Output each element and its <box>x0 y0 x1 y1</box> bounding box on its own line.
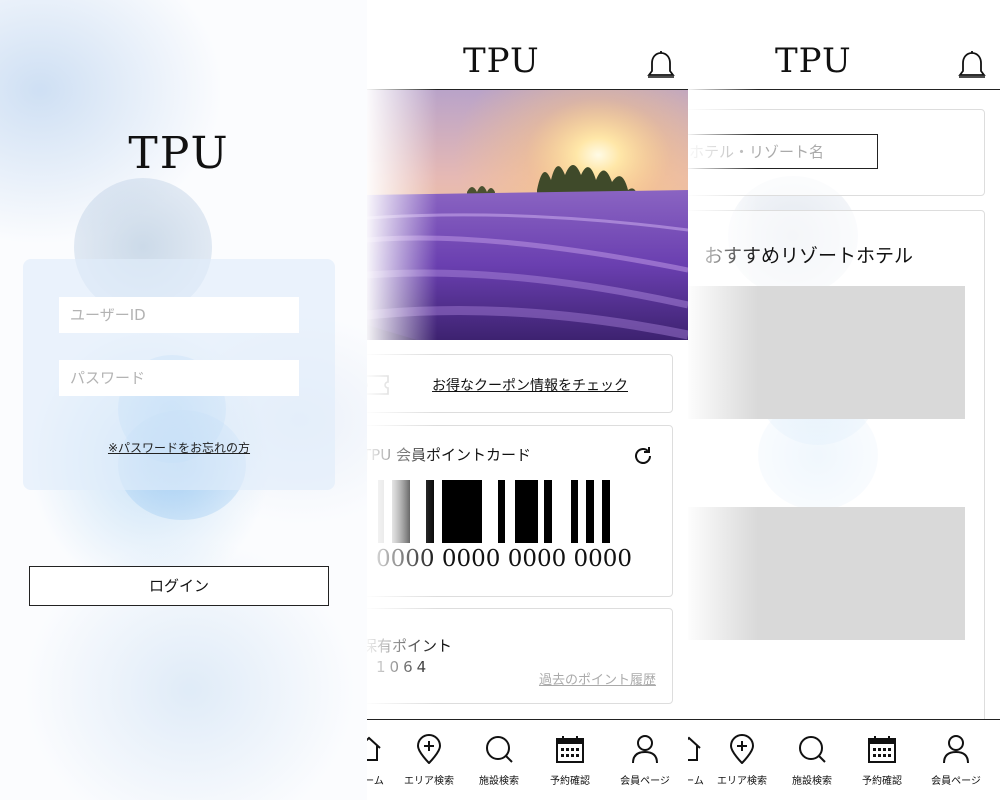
points-history-link[interactable]: 過去のポイント履歴 <box>539 669 656 688</box>
hero-image <box>367 90 688 340</box>
hotel-image-placeholder[interactable] <box>688 286 965 419</box>
nav-facility-search[interactable]: 施設検索 <box>776 734 848 787</box>
nav-label: エリア検索 <box>717 776 767 787</box>
point-card: TPU 会員ポイントカード 0000 0000 0000 0000 <box>367 425 673 597</box>
app-logo: TPU <box>128 128 230 179</box>
calendar-icon <box>868 736 896 763</box>
barcode <box>378 480 610 543</box>
nav-label: 施設検索 <box>479 776 519 787</box>
points-card: 保有ポイント 1064 過去のポイント履歴 <box>367 608 673 704</box>
calendar-icon <box>556 736 584 763</box>
nav-label: 施設検索 <box>792 776 832 787</box>
app-logo: TPU <box>775 41 852 81</box>
home-icon <box>367 736 381 761</box>
coupon-banner[interactable]: お得なクーポン情報をチェック <box>367 354 673 413</box>
nav-area-search[interactable]: エリア検索 <box>706 734 778 787</box>
nav-label: エリア検索 <box>404 776 454 787</box>
forgot-password-link[interactable]: ※パスワードをお忘れの方 <box>0 439 358 456</box>
login-screen: TPU ※パスワードをお忘れの方 ログイン <box>0 0 368 800</box>
ticket-icon <box>367 375 389 395</box>
search-screen: TPU おすすめリゾートホテル ホーム エリア検索 <box>688 0 1000 800</box>
coupon-link[interactable]: お得なクーポン情報をチェック <box>432 375 628 395</box>
nav-label: 会員ページ <box>620 776 670 787</box>
nav-member-page[interactable]: 会員ページ <box>609 734 681 787</box>
bottom-nav: ホーム エリア検索 施設検索 <box>688 719 1000 800</box>
points-label: 保有ポイント <box>367 637 453 655</box>
recommend-title: おすすめリゾートホテル <box>704 245 914 267</box>
hotel-search-input[interactable] <box>688 134 878 169</box>
bell-icon[interactable] <box>958 50 986 80</box>
nav-facility-search[interactable]: 施設検索 <box>463 734 535 787</box>
search-icon <box>799 736 826 763</box>
header-divider <box>688 89 1000 90</box>
user-id-input[interactable] <box>59 297 299 333</box>
user-icon <box>632 735 658 764</box>
nav-label: 予約確認 <box>862 776 902 787</box>
nav-label: 予約確認 <box>550 776 590 787</box>
refresh-icon[interactable] <box>632 445 654 467</box>
login-button[interactable]: ログイン <box>29 566 329 606</box>
nav-reservations[interactable]: 予約確認 <box>534 734 606 787</box>
map-pin-plus-icon <box>416 734 442 764</box>
home-icon <box>688 736 701 761</box>
map-pin-plus-icon <box>729 734 755 764</box>
user-icon <box>943 735 969 764</box>
app-logo: TPU <box>463 41 540 81</box>
point-card-title: TPU 会員ポイントカード <box>367 446 531 464</box>
nav-label: 会員ページ <box>931 776 981 787</box>
search-icon <box>486 736 513 763</box>
password-input[interactable] <box>59 360 299 396</box>
points-value: 1064 <box>376 658 431 676</box>
card-number: 0000 0000 0000 0000 <box>376 546 633 572</box>
bottom-nav: ホーム エリア検索 施設検索 <box>367 719 688 800</box>
bell-icon[interactable] <box>647 50 675 80</box>
nav-member-page[interactable]: 会員ページ <box>920 734 992 787</box>
nav-area-search[interactable]: エリア検索 <box>393 734 465 787</box>
nav-reservations[interactable]: 予約確認 <box>846 734 918 787</box>
home-screen: TPU お得なクーポン情報をチェック TPU 会員ポイントカード 0000 00… <box>367 0 688 800</box>
hotel-image-placeholder[interactable] <box>688 507 965 640</box>
